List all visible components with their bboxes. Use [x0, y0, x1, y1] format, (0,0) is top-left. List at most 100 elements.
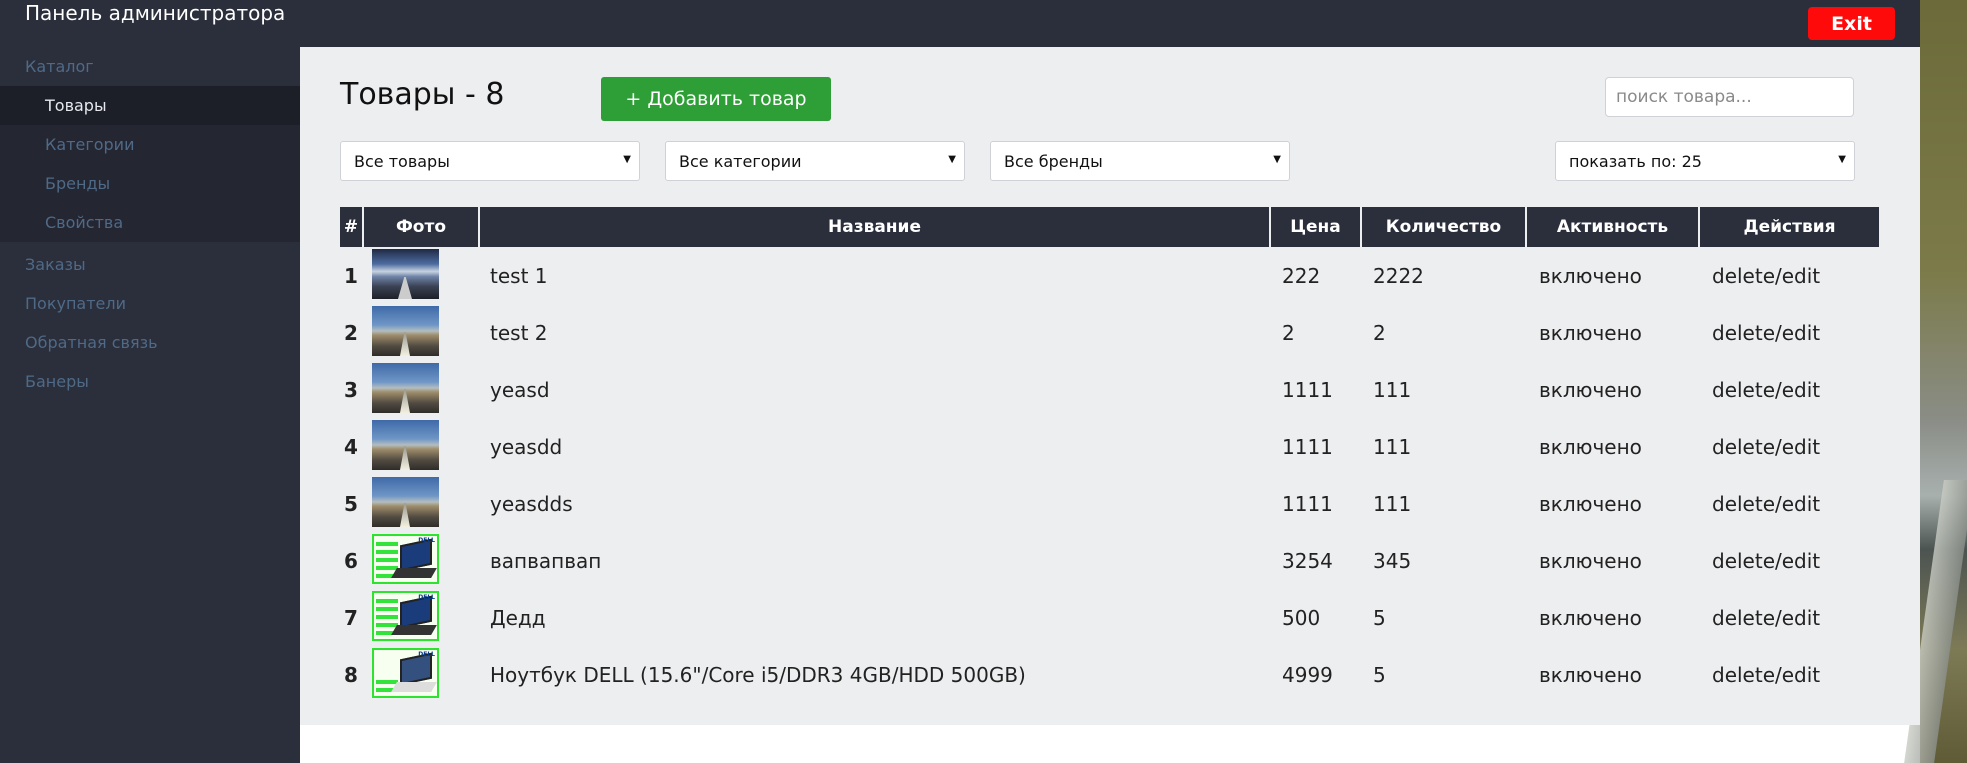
product-name: yeasdd — [490, 434, 563, 459]
search-input[interactable] — [1605, 77, 1854, 117]
page-title: Товары - 8 — [340, 77, 505, 112]
chevron-down-icon: ▼ — [948, 154, 956, 165]
product-price: 4999 — [1282, 662, 1333, 687]
row-number: 4 — [344, 434, 358, 459]
sidebar: Каталог Товары Категории Бренды Свойства… — [0, 47, 300, 763]
chevron-down-icon: ▼ — [1273, 154, 1281, 165]
per-page-select[interactable]: показать по: 25 ▼ — [1555, 141, 1855, 181]
product-photo — [372, 363, 439, 413]
product-name: Дедд — [490, 605, 546, 630]
column-header-quantity: Количество — [1362, 207, 1525, 247]
column-header-name: Название — [480, 207, 1269, 247]
brands-filter-value: Все бренды — [1004, 151, 1103, 171]
delete-edit-link[interactable]: delete/edit — [1712, 589, 1820, 646]
product-photo — [372, 477, 439, 527]
exit-button[interactable]: Exit — [1808, 7, 1895, 40]
table-row: 1 test 1 222 2222 включено delete/edit — [340, 247, 1879, 304]
delete-edit-link[interactable]: delete/edit — [1712, 361, 1820, 418]
product-photo — [372, 249, 439, 299]
sidebar-item-catalog[interactable]: Каталог — [0, 47, 300, 86]
product-photo — [372, 306, 439, 356]
product-photo: DELL — [372, 591, 439, 641]
sidebar-item-products[interactable]: Товары — [0, 86, 300, 125]
product-price: 3254 — [1282, 548, 1333, 573]
delete-edit-link[interactable]: delete/edit — [1712, 475, 1820, 532]
product-status: включено — [1539, 434, 1642, 459]
product-status: включено — [1539, 377, 1642, 402]
product-quantity: 111 — [1373, 377, 1412, 402]
table-row: 8 DELL Ноутбук DELL (15.6"/Core i5/DDR3 … — [340, 646, 1879, 703]
sidebar-item-properties[interactable]: Свойства — [0, 203, 300, 242]
categories-filter-select[interactable]: Все категории ▼ — [665, 141, 965, 181]
product-name: вапвапвап — [490, 548, 602, 573]
table-row: 3 yeasd 1111 111 включено delete/edit — [340, 361, 1879, 418]
main-panel: Товары - 8 + Добавить товар Все товары ▼… — [300, 47, 1920, 725]
product-status: включено — [1539, 491, 1642, 516]
row-number: 8 — [344, 662, 358, 687]
background-photo — [1920, 0, 1967, 763]
product-quantity: 2222 — [1373, 263, 1424, 288]
delete-edit-link[interactable]: delete/edit — [1712, 418, 1820, 475]
add-product-button[interactable]: + Добавить товар — [601, 77, 831, 121]
product-name: yeasd — [490, 377, 550, 402]
product-status: включено — [1539, 320, 1642, 345]
product-name: yeasdds — [490, 491, 573, 516]
sidebar-item-orders[interactable]: Заказы — [0, 245, 300, 284]
product-price: 1111 — [1282, 491, 1333, 516]
column-header-price: Цена — [1271, 207, 1360, 247]
row-number: 2 — [344, 320, 358, 345]
product-price: 500 — [1282, 605, 1321, 630]
column-header-photo: Фото — [364, 207, 478, 247]
product-quantity: 111 — [1373, 491, 1412, 516]
column-header-actions: Действия — [1700, 207, 1879, 247]
chevron-down-icon: ▼ — [1838, 154, 1846, 165]
delete-edit-link[interactable]: delete/edit — [1712, 532, 1820, 589]
product-name: test 2 — [490, 320, 548, 345]
product-status: включено — [1539, 662, 1642, 687]
products-filter-value: Все товары — [354, 151, 450, 171]
row-number: 6 — [344, 548, 358, 573]
product-status: включено — [1539, 263, 1642, 288]
brands-filter-select[interactable]: Все бренды ▼ — [990, 141, 1290, 181]
column-header-activity: Активность — [1527, 207, 1698, 247]
product-photo: DELL — [372, 534, 439, 584]
table-row: 2 test 2 2 2 включено delete/edit — [340, 304, 1879, 361]
row-number: 3 — [344, 377, 358, 402]
product-status: включено — [1539, 548, 1642, 573]
top-bar: Панель администратора Exit — [0, 0, 1967, 47]
product-name: Ноутбук DELL (15.6"/Core i5/DDR3 4GB/HDD… — [490, 662, 1026, 687]
row-number: 5 — [344, 491, 358, 516]
table-row: 7 DELL Дедд 500 5 включено delete/edit — [340, 589, 1879, 646]
product-quantity: 5 — [1373, 605, 1386, 630]
product-photo — [372, 420, 439, 470]
product-status: включено — [1539, 605, 1642, 630]
row-number: 1 — [344, 263, 358, 288]
app-title: Панель администратора — [25, 1, 286, 25]
delete-edit-link[interactable]: delete/edit — [1712, 646, 1820, 703]
sidebar-item-brands[interactable]: Бренды — [0, 164, 300, 203]
chevron-down-icon: ▼ — [623, 154, 631, 165]
per-page-value: показать по: 25 — [1569, 151, 1702, 171]
table-row: 6 DELL вапвапвап 3254 345 включено delet… — [340, 532, 1879, 589]
categories-filter-value: Все категории — [679, 151, 802, 171]
table-header: # Фото Название Цена Количество Активнос… — [340, 207, 1879, 247]
product-price: 222 — [1282, 263, 1321, 288]
product-price: 2 — [1282, 320, 1295, 345]
sidebar-item-categories[interactable]: Категории — [0, 125, 300, 164]
sidebar-item-banners[interactable]: Банеры — [0, 362, 300, 401]
sidebar-item-customers[interactable]: Покупатели — [0, 284, 300, 323]
product-price: 1111 — [1282, 377, 1333, 402]
products-filter-select[interactable]: Все товары ▼ — [340, 141, 640, 181]
product-quantity: 345 — [1373, 548, 1412, 573]
column-header-number: # — [340, 207, 362, 247]
sidebar-item-feedback[interactable]: Обратная связь — [0, 323, 300, 362]
product-photo: DELL — [372, 648, 439, 698]
row-number: 7 — [344, 605, 358, 630]
product-price: 1111 — [1282, 434, 1333, 459]
product-quantity: 111 — [1373, 434, 1412, 459]
table-row: 5 yeasdds 1111 111 включено delete/edit — [340, 475, 1879, 532]
delete-edit-link[interactable]: delete/edit — [1712, 304, 1820, 361]
table-row: 4 yeasdd 1111 111 включено delete/edit — [340, 418, 1879, 475]
product-quantity: 2 — [1373, 320, 1386, 345]
delete-edit-link[interactable]: delete/edit — [1712, 247, 1820, 304]
